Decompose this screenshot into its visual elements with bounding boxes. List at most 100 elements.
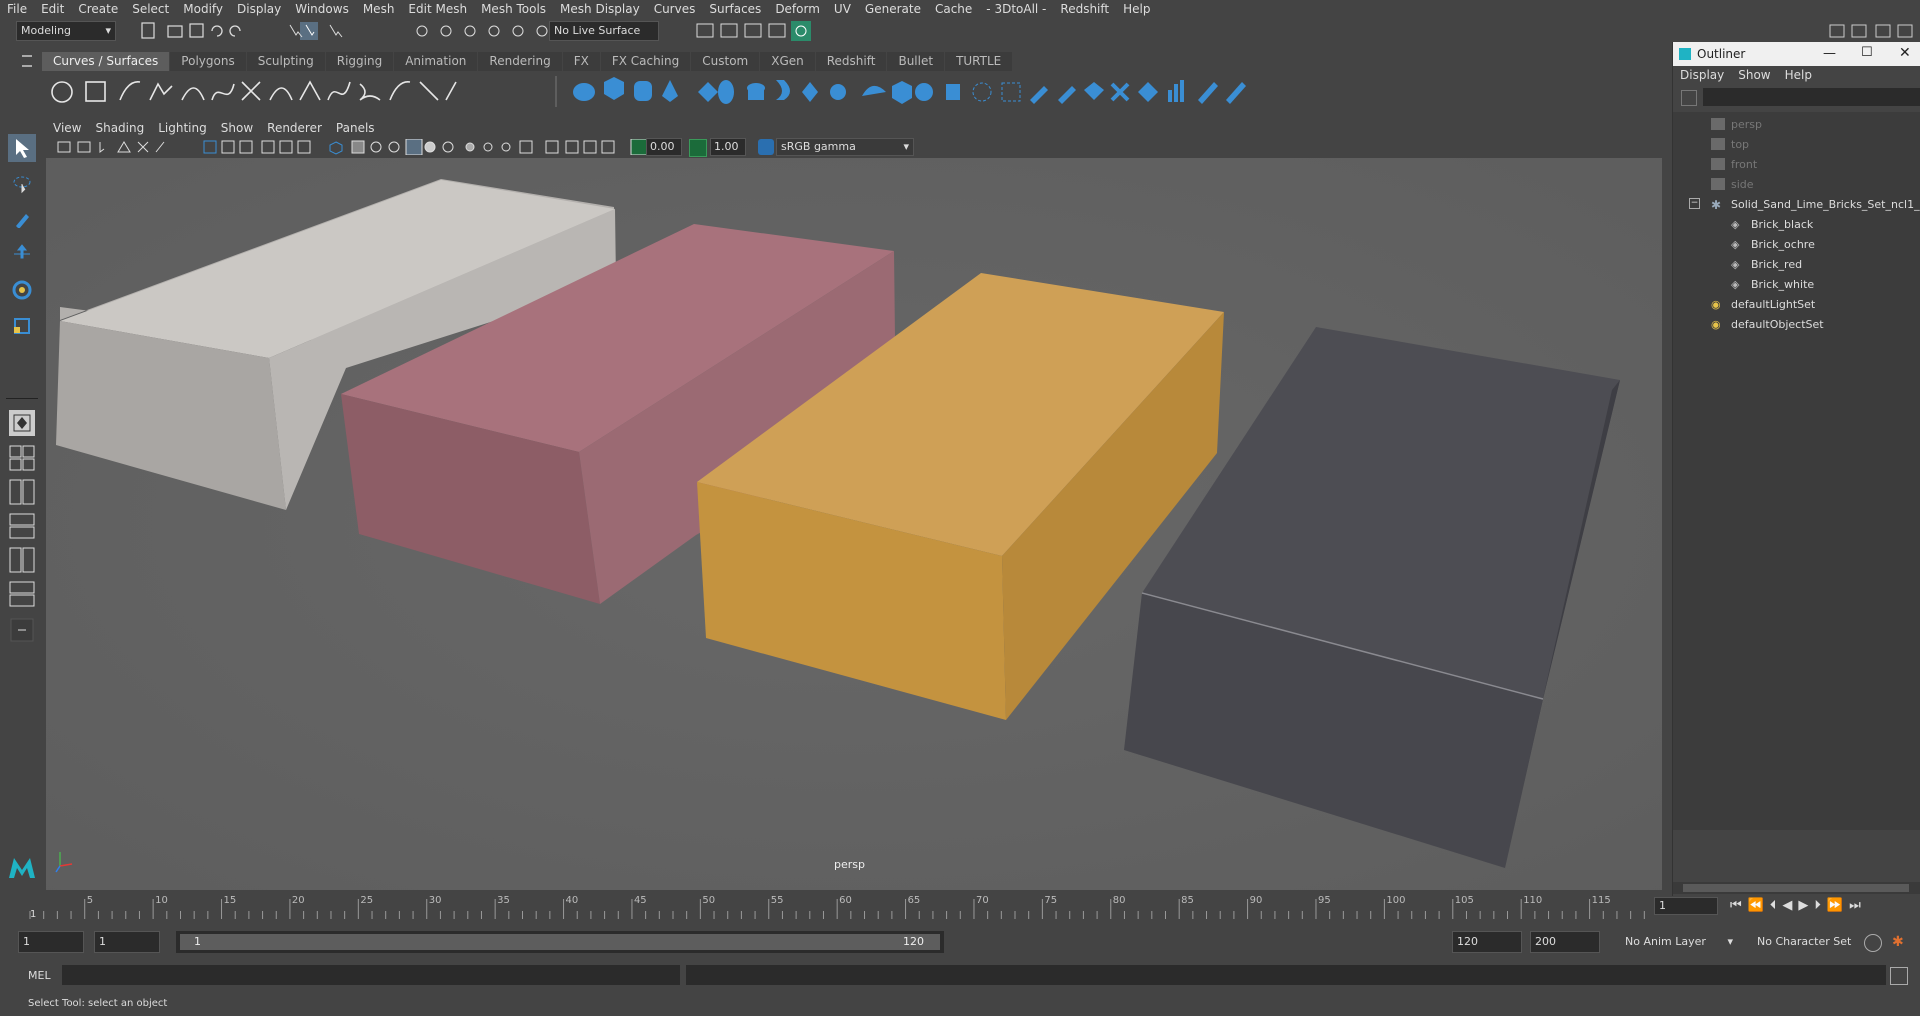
menu-1[interactable]: Edit xyxy=(34,2,71,16)
step-back-icon[interactable]: ⏪ xyxy=(1748,898,1770,913)
shelf-tab-8[interactable]: Custom xyxy=(691,52,760,71)
menu-11[interactable]: Curves xyxy=(647,2,703,16)
current-frame-field[interactable]: 1 xyxy=(1654,897,1718,915)
outliner-item[interactable]: top xyxy=(1711,134,1749,154)
hypershade-layout-button[interactable] xyxy=(8,580,36,608)
maximize-icon[interactable]: ☐ xyxy=(1861,45,1873,60)
menu-7[interactable]: Mesh xyxy=(356,2,402,16)
menu-10[interactable]: Mesh Display xyxy=(553,2,647,16)
shelf-menu-icon[interactable] xyxy=(22,55,32,67)
menu-6[interactable]: Windows xyxy=(288,2,356,16)
menu-3[interactable]: Select xyxy=(125,2,176,16)
range-slider[interactable]: 1 120 xyxy=(176,931,944,953)
menu-14[interactable]: UV xyxy=(827,2,858,16)
custom-layout-button[interactable] xyxy=(8,616,36,644)
menu-15[interactable]: Generate xyxy=(858,2,928,16)
anim-layer-selector[interactable]: No Anim Layer ▾ xyxy=(1620,931,1736,953)
menu-4[interactable]: Modify xyxy=(176,2,230,16)
outliner-filter-icon[interactable] xyxy=(1681,90,1697,106)
color-space-selector[interactable]: sRGB gamma ▾ xyxy=(776,138,914,156)
perspective-viewport[interactable]: persp xyxy=(46,158,1662,890)
menu-13[interactable]: Deform xyxy=(768,2,827,16)
menu-18[interactable]: Redshift xyxy=(1053,2,1116,16)
shelf-tab-10[interactable]: Redshift xyxy=(815,52,887,71)
animation-start-field[interactable]: 1 xyxy=(18,931,84,953)
shelf-tab-2[interactable]: Sculpting xyxy=(246,52,325,71)
color-management-icon[interactable] xyxy=(758,139,774,155)
outliner-item[interactable]: side xyxy=(1711,174,1754,194)
gamma-field[interactable]: 1.00 xyxy=(710,138,746,156)
outliner-layout-button[interactable] xyxy=(8,512,36,540)
menu-16[interactable]: Cache xyxy=(928,2,979,16)
command-language-label[interactable]: MEL xyxy=(28,969,51,982)
menu-19[interactable]: Help xyxy=(1116,2,1157,16)
outliner-item[interactable]: front xyxy=(1711,154,1757,174)
menu-12[interactable]: Surfaces xyxy=(702,2,768,16)
menu-2[interactable]: Create xyxy=(71,2,125,16)
play-forward-icon[interactable]: ▶ xyxy=(1798,898,1814,913)
time-slider[interactable]: 5 10 15 20 25 30 35 40 45 50 55 60 65 70 75 80 85 90 95 100… xyxy=(26,893,1679,921)
anim-prefs-icon[interactable]: ✱ xyxy=(1892,934,1908,950)
outliner-search-input[interactable] xyxy=(1703,88,1920,106)
collapse-icon[interactable]: − xyxy=(1689,198,1700,209)
panel-menu-3[interactable]: Show xyxy=(214,121,260,135)
panel-menu-1[interactable]: Shading xyxy=(88,121,151,135)
outliner-item[interactable]: ◉ defaultObjectSet xyxy=(1711,314,1824,334)
close-icon[interactable]: ✕ xyxy=(1899,45,1911,61)
panel-menu-4[interactable]: Renderer xyxy=(260,121,329,135)
move-tool-button[interactable] xyxy=(8,240,36,268)
rotate-tool-button[interactable] xyxy=(8,276,36,304)
workspace-icons[interactable] xyxy=(1828,22,1918,40)
shelf-tab-11[interactable]: Bullet xyxy=(887,52,945,71)
go-to-end-icon[interactable]: ⏭ xyxy=(1849,898,1867,913)
exposure-field[interactable]: 0.00 xyxy=(646,138,682,156)
step-forward-key-icon[interactable]: ⏵ xyxy=(1814,898,1827,913)
shelf-tab-4[interactable]: Animation xyxy=(394,52,478,71)
side-by-side-layout-button[interactable] xyxy=(8,478,36,506)
outliner-item[interactable]: persp xyxy=(1711,114,1762,134)
outliner-item[interactable]: ✱ Solid_Sand_Lime_Bricks_Set_ncl1_1 − xyxy=(1689,194,1920,214)
menu-0[interactable]: File xyxy=(0,2,34,16)
minimize-icon[interactable]: — xyxy=(1823,46,1836,61)
shelf-tab-6[interactable]: FX xyxy=(562,52,600,71)
playback-end-field[interactable]: 120 xyxy=(1452,931,1522,953)
paint-select-tool-button[interactable] xyxy=(8,204,36,232)
select-tool-button[interactable] xyxy=(8,134,36,162)
menu-17[interactable]: - 3DtoAll - xyxy=(979,2,1053,16)
menu-9[interactable]: Mesh Tools xyxy=(474,2,553,16)
graph-layout-button[interactable] xyxy=(8,546,36,574)
auto-key-icon[interactable] xyxy=(1864,934,1882,952)
step-back-key-icon[interactable]: ⏴ xyxy=(1770,898,1783,913)
shelf-tab-9[interactable]: XGen xyxy=(760,52,815,71)
script-editor-icon[interactable] xyxy=(1890,967,1908,985)
character-set-selector[interactable]: No Character Set xyxy=(1752,931,1862,953)
mode-selector[interactable]: Modeling ▾ xyxy=(16,21,116,41)
lasso-tool-button[interactable] xyxy=(8,170,36,198)
menu-8[interactable]: Edit Mesh xyxy=(401,2,474,16)
outliner-item[interactable]: ◉ defaultLightSet xyxy=(1711,294,1815,314)
outliner-menu-1[interactable]: Show xyxy=(1731,68,1777,82)
scrollbar-thumb[interactable] xyxy=(1683,884,1909,892)
gamma-toggle-icon[interactable] xyxy=(689,139,707,157)
go-to-start-icon[interactable]: ⏮ xyxy=(1730,898,1748,913)
panel-menu-5[interactable]: Panels xyxy=(329,121,382,135)
outliner-item[interactable]: ◈ Brick_red xyxy=(1731,254,1802,274)
step-forward-icon[interactable]: ⏩ xyxy=(1827,898,1849,913)
outliner-menu-0[interactable]: Display xyxy=(1673,68,1731,82)
panel-menu-0[interactable]: View xyxy=(46,121,88,135)
outliner-item[interactable]: ◈ Brick_ochre xyxy=(1731,234,1815,254)
outliner-item[interactable]: ◈ Brick_black xyxy=(1731,214,1813,234)
shelf-tab-7[interactable]: FX Caching xyxy=(600,52,691,71)
animation-end-field[interactable]: 200 xyxy=(1530,931,1600,953)
outliner-horizontal-scrollbar[interactable] xyxy=(1673,882,1920,894)
single-view-layout-button[interactable] xyxy=(9,410,35,436)
shelf-tab-1[interactable]: Polygons xyxy=(170,52,246,71)
outliner-menu-2[interactable]: Help xyxy=(1778,68,1819,82)
scale-tool-button[interactable] xyxy=(8,312,36,340)
panel-menu-2[interactable]: Lighting xyxy=(151,121,214,135)
play-backward-icon[interactable]: ◀ xyxy=(1782,898,1798,913)
playback-buttons[interactable]: ⏮⏪⏴◀▶⏵⏩⏭ xyxy=(1730,898,1867,913)
command-input[interactable] xyxy=(62,965,680,985)
shelf-tab-5[interactable]: Rendering xyxy=(478,52,562,71)
range-slider-thumb[interactable]: 1 120 xyxy=(180,934,940,950)
